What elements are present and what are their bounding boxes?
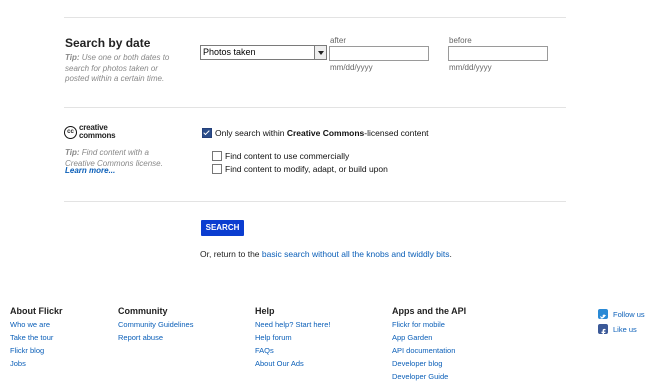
- only-cc-label-pre: Only search within: [215, 128, 287, 138]
- return-line: Or, return to the basic search without a…: [200, 249, 452, 259]
- footer-community-title: Community: [118, 306, 168, 316]
- footer-link-jobs[interactable]: Jobs: [10, 359, 26, 368]
- date-type-select[interactable]: Photos taken: [200, 45, 327, 60]
- footer-link-who-we-are[interactable]: Who we are: [10, 320, 50, 329]
- only-cc-label-post: -licensed content: [364, 128, 429, 138]
- footer-link-community-guidelines[interactable]: Community Guidelines: [118, 320, 193, 329]
- search-button[interactable]: SEARCH: [201, 220, 244, 236]
- date-type-select-value: Photos taken: [203, 47, 256, 57]
- only-cc-label-bold: Creative Commons: [286, 128, 365, 138]
- footer-link-need-help[interactable]: Need help? Start here!: [255, 320, 330, 329]
- divider-date-cc: [64, 107, 566, 108]
- after-date-input[interactable]: [329, 46, 429, 61]
- only-cc-checkbox[interactable]: [202, 128, 212, 138]
- date-tip-text: Use one or both dates to search for phot…: [65, 53, 170, 83]
- cc-logo-line2: commons: [79, 131, 116, 140]
- basic-search-link[interactable]: basic search without all the knobs and t…: [262, 249, 450, 259]
- after-date-hint: mm/dd/yyyy: [330, 63, 373, 72]
- before-date-hint: mm/dd/yyyy: [449, 63, 492, 72]
- footer-link-faqs[interactable]: FAQs: [255, 346, 274, 355]
- commercial-label: Find content to use commercially: [225, 151, 350, 161]
- footer-link-api-documentation[interactable]: API documentation: [392, 346, 455, 355]
- learn-more-link[interactable]: Learn more...: [65, 166, 115, 175]
- footer-link-report-abuse[interactable]: Report abuse: [118, 333, 163, 342]
- before-label: before: [449, 36, 472, 45]
- footer-link-take-the-tour[interactable]: Take the tour: [10, 333, 53, 342]
- after-label: after: [330, 36, 347, 45]
- footer-link-flickr-blog[interactable]: Flickr blog: [10, 346, 44, 355]
- facebook-like-link[interactable]: Like us: [613, 325, 637, 334]
- return-line-prefix: Or, return to the: [200, 249, 262, 259]
- date-tip-prefix: Tip:: [65, 53, 80, 62]
- footer-link-developer-blog[interactable]: Developer blog: [392, 359, 442, 368]
- only-cc-label: Only search within Creative Commons-lice…: [215, 128, 429, 138]
- footer-link-help-forum[interactable]: Help forum: [255, 333, 292, 342]
- modify-label: Find content to modify, adapt, or build …: [225, 164, 388, 174]
- before-date-input[interactable]: [448, 46, 548, 61]
- footer-link-about-our-ads[interactable]: About Our Ads: [255, 359, 304, 368]
- facebook-icon[interactable]: [598, 324, 608, 337]
- divider-cc-search: [64, 201, 566, 202]
- footer-apps-title: Apps and the API: [392, 306, 467, 316]
- modify-checkbox[interactable]: [212, 164, 222, 174]
- footer-help-title: Help: [255, 306, 275, 316]
- cc-icon: cc: [64, 126, 77, 139]
- cc-tip-prefix: Tip:: [65, 148, 80, 157]
- date-tip: Tip: Use one or both dates to search for…: [65, 53, 183, 85]
- footer-link-app-garden[interactable]: App Garden: [392, 333, 432, 342]
- footer-about-title: About Flickr: [10, 306, 63, 316]
- top-divider: [64, 17, 566, 18]
- commercial-checkbox[interactable]: [212, 151, 222, 161]
- search-by-date-title: Search by date: [65, 36, 151, 50]
- footer-link-flickr-for-mobile[interactable]: Flickr for mobile: [392, 320, 445, 329]
- twitter-icon[interactable]: [598, 309, 608, 319]
- return-line-suffix: .: [449, 249, 452, 259]
- cc-tip-text: Find content with a Creative Commons lic…: [65, 148, 163, 168]
- twitter-follow-link[interactable]: Follow us: [613, 310, 645, 319]
- chevron-down-icon[interactable]: [314, 46, 326, 59]
